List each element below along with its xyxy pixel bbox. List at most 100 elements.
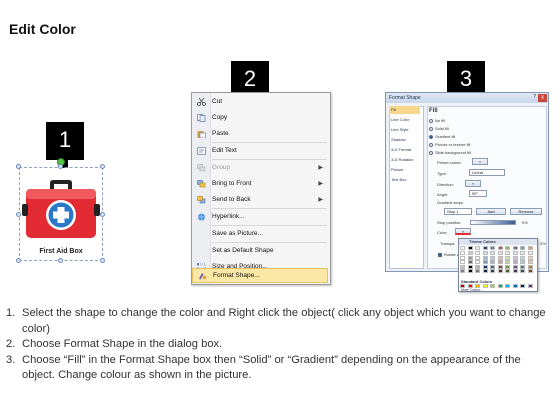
color-swatch[interactable] — [527, 246, 533, 250]
color-swatch[interactable] — [497, 284, 503, 288]
resize-handle[interactable] — [16, 164, 21, 169]
color-swatch[interactable] — [475, 246, 480, 250]
nav-item-line-style[interactable]: Line Style — [389, 126, 420, 134]
color-dropdown[interactable]: ▿ — [455, 228, 471, 235]
color-swatch[interactable] — [497, 255, 503, 260]
nav-item-shadow[interactable]: Shadow — [389, 136, 420, 144]
color-swatch[interactable] — [512, 260, 518, 264]
nav-item-3d-rotation[interactable]: 3-D Rotation — [389, 156, 420, 164]
color-swatch[interactable] — [475, 269, 480, 273]
menu-item-cut[interactable]: Cut — [192, 94, 328, 110]
color-swatch[interactable] — [460, 260, 465, 264]
color-swatch[interactable] — [520, 269, 525, 273]
menu-item-bring-to-front[interactable]: Bring to Front ▶ — [192, 176, 328, 192]
color-swatch[interactable] — [527, 284, 533, 288]
color-swatch[interactable] — [505, 246, 510, 250]
color-swatch[interactable] — [490, 260, 495, 264]
color-swatch[interactable] — [527, 264, 533, 269]
color-swatch[interactable] — [490, 264, 495, 269]
type-select[interactable]: Linear — [469, 169, 505, 176]
color-swatch[interactable] — [512, 251, 518, 255]
color-swatch[interactable] — [512, 246, 518, 250]
menu-item-edit-text[interactable]: Edit Text — [192, 143, 328, 159]
color-swatch[interactable] — [497, 246, 503, 250]
color-swatch[interactable] — [490, 269, 495, 273]
color-swatch[interactable] — [482, 251, 488, 255]
color-swatch[interactable] — [520, 246, 525, 250]
resize-handle[interactable] — [58, 164, 63, 169]
close-button[interactable]: X — [538, 94, 547, 102]
resize-handle[interactable] — [16, 212, 21, 217]
color-swatch[interactable] — [512, 269, 518, 273]
color-swatch[interactable] — [475, 251, 480, 255]
color-swatch[interactable] — [512, 264, 518, 269]
color-swatch[interactable] — [497, 260, 503, 264]
radio-no-fill[interactable]: No fill — [429, 118, 445, 123]
color-swatch[interactable] — [520, 260, 525, 264]
angle-input[interactable]: 90° — [469, 190, 487, 197]
color-swatch[interactable] — [497, 251, 503, 255]
color-swatch[interactable] — [497, 264, 503, 269]
direction-dropdown[interactable]: ▿ — [465, 180, 481, 187]
color-swatch[interactable] — [505, 264, 510, 269]
help-button[interactable]: ? — [533, 94, 536, 100]
color-swatch[interactable] — [527, 269, 533, 273]
color-swatch[interactable] — [475, 284, 480, 288]
color-swatch[interactable] — [520, 255, 525, 260]
color-swatch[interactable] — [505, 284, 510, 288]
color-swatch[interactable] — [467, 284, 473, 288]
color-swatch[interactable] — [460, 284, 465, 288]
resize-handle[interactable] — [16, 258, 21, 263]
menu-item-paste[interactable]: Paste — [192, 126, 328, 142]
color-swatch[interactable] — [497, 269, 503, 273]
nav-item-picture[interactable]: Picture — [389, 166, 420, 174]
color-swatch[interactable] — [467, 251, 473, 255]
color-swatch[interactable] — [482, 269, 488, 273]
color-swatch[interactable] — [460, 246, 465, 250]
color-swatch[interactable] — [482, 284, 488, 288]
color-swatch[interactable] — [460, 264, 465, 269]
color-swatch[interactable] — [520, 251, 525, 255]
color-swatch[interactable] — [467, 264, 473, 269]
color-swatch[interactable] — [475, 255, 480, 260]
color-swatch[interactable] — [460, 269, 465, 273]
color-swatch[interactable] — [505, 260, 510, 264]
menu-item-hyperlink[interactable]: Hyperlink... — [192, 209, 328, 225]
color-swatch[interactable] — [527, 255, 533, 260]
radio-background-fill[interactable]: Slide background fill — [429, 150, 471, 155]
color-swatch[interactable] — [505, 255, 510, 260]
color-swatch[interactable] — [475, 264, 480, 269]
remove-stop-button[interactable]: Remove — [510, 208, 542, 215]
color-swatch[interactable] — [505, 251, 510, 255]
color-swatch[interactable] — [512, 255, 518, 260]
color-swatch[interactable] — [467, 269, 473, 273]
color-swatch[interactable] — [490, 284, 495, 288]
radio-solid-fill[interactable]: Solid fill — [429, 126, 449, 131]
color-swatch[interactable] — [490, 246, 495, 250]
color-swatch[interactable] — [467, 246, 473, 250]
first-aid-box-icon[interactable] — [22, 180, 100, 240]
nav-item-line-color[interactable]: Line Color — [389, 116, 420, 124]
color-swatch[interactable] — [527, 251, 533, 255]
color-swatch[interactable] — [512, 284, 518, 288]
stop-position-slider[interactable] — [470, 220, 516, 225]
nav-item-fill[interactable]: Fill — [389, 106, 420, 114]
radio-picture-fill[interactable]: Picture or texture fill — [429, 142, 470, 147]
color-swatch[interactable] — [527, 260, 533, 264]
color-swatch[interactable] — [482, 255, 488, 260]
resize-handle[interactable] — [100, 212, 105, 217]
color-swatch[interactable] — [475, 260, 480, 264]
more-colors-link[interactable]: More Colors... — [461, 288, 483, 292]
menu-item-format-shape[interactable]: Format Shape... — [192, 268, 328, 283]
color-swatch[interactable] — [520, 284, 525, 288]
color-swatch[interactable] — [505, 269, 510, 273]
menu-item-copy[interactable]: Copy — [192, 110, 328, 126]
color-swatch[interactable] — [482, 246, 488, 250]
color-swatch[interactable] — [490, 251, 495, 255]
color-swatch[interactable] — [467, 255, 473, 260]
color-swatch[interactable] — [520, 264, 525, 269]
stop-select[interactable]: Stop 1 — [444, 208, 472, 215]
menu-item-send-to-back[interactable]: Send to Back ▶ — [192, 192, 328, 208]
color-swatch[interactable] — [467, 260, 473, 264]
resize-handle[interactable] — [100, 258, 105, 263]
